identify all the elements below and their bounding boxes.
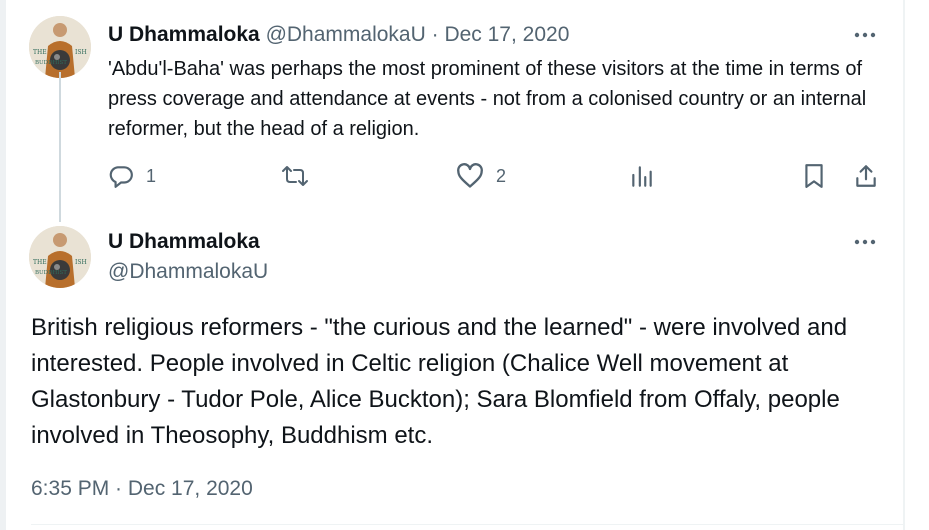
avatar[interactable]: THE ISH BUDDHIST xyxy=(29,16,91,78)
bookmark-button[interactable] xyxy=(802,163,826,189)
reply-icon xyxy=(109,166,133,188)
avatar-caption-bottom: BUDDHIST xyxy=(35,270,67,276)
separator-dot: · xyxy=(431,23,439,46)
more-icon xyxy=(854,239,876,245)
avatar-caption-left: THE xyxy=(33,259,47,266)
views-icon xyxy=(632,166,652,187)
divider xyxy=(31,524,903,525)
tweet-date[interactable]: Dec 17, 2020 xyxy=(444,23,569,46)
bookmark-icon xyxy=(805,164,823,188)
thread-connector-line xyxy=(59,72,61,222)
heart-icon xyxy=(457,163,483,188)
views-button[interactable] xyxy=(629,163,655,189)
main-author-name-row: U Dhammaloka xyxy=(108,229,260,255)
avatar-caption-left: THE xyxy=(33,49,47,56)
share-icon xyxy=(856,165,876,187)
reply-tweet-text: 'Abdu'l-Baha' was perhaps the most promi… xyxy=(108,58,867,140)
reply-header: U Dhammaloka @DhammalokaU · Dec 17, 2020 xyxy=(108,22,569,48)
more-options-button[interactable] xyxy=(852,22,878,48)
avatar-image: THE ISH BUDDHIST xyxy=(29,16,91,78)
main-tweet-text: British religious reformers - "the curio… xyxy=(31,314,848,449)
tweet-timestamp[interactable]: 6:35 PM · Dec 17, 2020 xyxy=(31,477,253,501)
author-name[interactable]: U Dhammaloka xyxy=(108,23,260,46)
author-handle[interactable]: @DhammalokaU xyxy=(266,23,426,46)
more-options-button[interactable] xyxy=(852,229,878,255)
author-name[interactable]: U Dhammaloka xyxy=(108,230,260,253)
share-button[interactable] xyxy=(853,163,879,189)
avatar-image: THE ISH BUDDHIST xyxy=(29,226,91,288)
retweet-button[interactable] xyxy=(281,163,309,189)
reply-button[interactable]: 1 xyxy=(108,163,156,189)
avatar-caption-bottom: BUDDHIST xyxy=(35,60,67,66)
right-border xyxy=(903,0,905,530)
like-count: 2 xyxy=(496,165,507,186)
author-handle[interactable]: @DhammalokaU xyxy=(108,260,268,283)
retweet-icon xyxy=(282,166,308,186)
reply-count: 1 xyxy=(146,165,157,186)
avatar[interactable]: THE ISH BUDDHIST xyxy=(29,226,91,288)
more-icon xyxy=(854,32,876,38)
like-button[interactable]: 2 xyxy=(456,163,506,189)
left-border xyxy=(0,0,6,530)
avatar-caption-right: ISH xyxy=(75,259,87,266)
main-author-handle-row: @DhammalokaU xyxy=(108,259,268,285)
avatar-caption-right: ISH xyxy=(75,49,87,56)
